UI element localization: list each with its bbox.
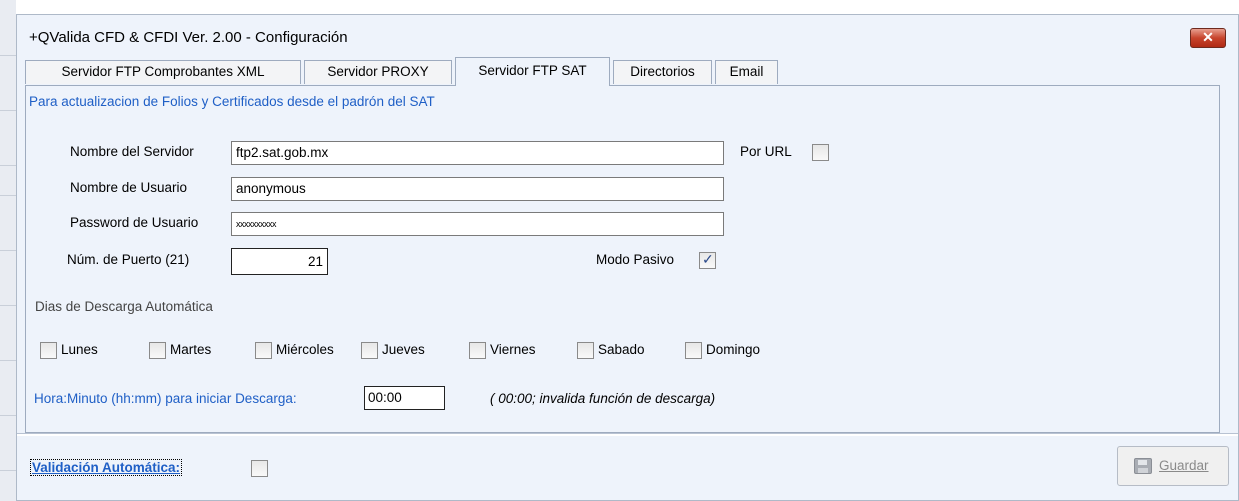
server-name-label: Nombre del Servidor (70, 144, 194, 159)
title-bar: +QValida CFD & CFDI Ver. 2.00 - Configur… (17, 15, 1238, 59)
floppy-disk-icon (1134, 458, 1152, 474)
day-domingo-checkbox[interactable] (685, 342, 702, 359)
save-button-label: Guardar (1159, 458, 1209, 473)
day-lunes-checkbox[interactable] (40, 342, 57, 359)
day-domingo-label: Domingo (706, 342, 761, 357)
auto-validation-label: Validación Automática: (29, 459, 183, 476)
day-sabado-label: Sabado (598, 342, 645, 357)
passive-mode-checkbox[interactable] (699, 251, 716, 269)
password-label: Password de Usuario (70, 215, 199, 230)
por-url-checkbox[interactable] (812, 144, 829, 161)
passive-mode-label: Modo Pasivo (596, 252, 675, 267)
days-heading: Dias de Descarga Automática (35, 299, 213, 314)
day-miercoles-checkbox[interactable] (255, 342, 272, 359)
day-sabado-checkbox[interactable] (577, 342, 594, 359)
footer-divider (17, 433, 1238, 436)
start-time-label: Hora:Minuto (hh:mm) para iniciar Descarg… (34, 391, 297, 406)
port-field[interactable]: 21 (231, 248, 328, 275)
save-button[interactable]: Guardar (1117, 446, 1229, 486)
close-icon: ✕ (1202, 29, 1214, 45)
tab-directorios[interactable]: Directorios (613, 60, 712, 84)
por-url-label: Por URL (740, 144, 792, 159)
start-time-hint: ( 00:00; invalida función de descarga) (490, 391, 716, 406)
day-miercoles-label: Miércoles (276, 342, 334, 357)
tab-ftp-comprobantes-xml[interactable]: Servidor FTP Comprobantes XML (25, 60, 301, 84)
day-jueves-label: Jueves (382, 342, 425, 357)
ftp-sat-panel: Para actualizacion de Folios y Certifica… (25, 85, 1220, 433)
start-time-field[interactable]: 00:00 (364, 386, 445, 410)
user-name-field[interactable]: anonymous (231, 177, 724, 201)
day-viernes-label: Viernes (490, 342, 536, 357)
day-jueves-checkbox[interactable] (361, 342, 378, 359)
tab-servidor-proxy[interactable]: Servidor PROXY (304, 60, 452, 84)
user-name-label: Nombre de Usuario (70, 180, 188, 195)
close-button[interactable]: ✕ (1190, 28, 1226, 48)
server-name-field[interactable]: ftp2.sat.gob.mx (231, 141, 724, 165)
background-strip (0, 0, 16, 501)
day-lunes-label: Lunes (61, 342, 98, 357)
configuration-window: +QValida CFD & CFDI Ver. 2.00 - Configur… (16, 14, 1239, 501)
panel-heading: Para actualizacion de Folios y Certifica… (29, 94, 435, 109)
tab-servidor-ftp-sat[interactable]: Servidor FTP SAT (455, 57, 610, 86)
port-label: Núm. de Puerto (21) (67, 252, 190, 267)
auto-validation-checkbox[interactable] (251, 460, 268, 477)
tab-email[interactable]: Email (715, 60, 778, 84)
day-viernes-checkbox[interactable] (469, 342, 486, 359)
window-title: +QValida CFD & CFDI Ver. 2.00 - Configur… (29, 29, 348, 46)
day-martes-label: Martes (170, 342, 212, 357)
day-martes-checkbox[interactable] (149, 342, 166, 359)
password-field[interactable]: xxxxxxxxxx (231, 212, 724, 236)
